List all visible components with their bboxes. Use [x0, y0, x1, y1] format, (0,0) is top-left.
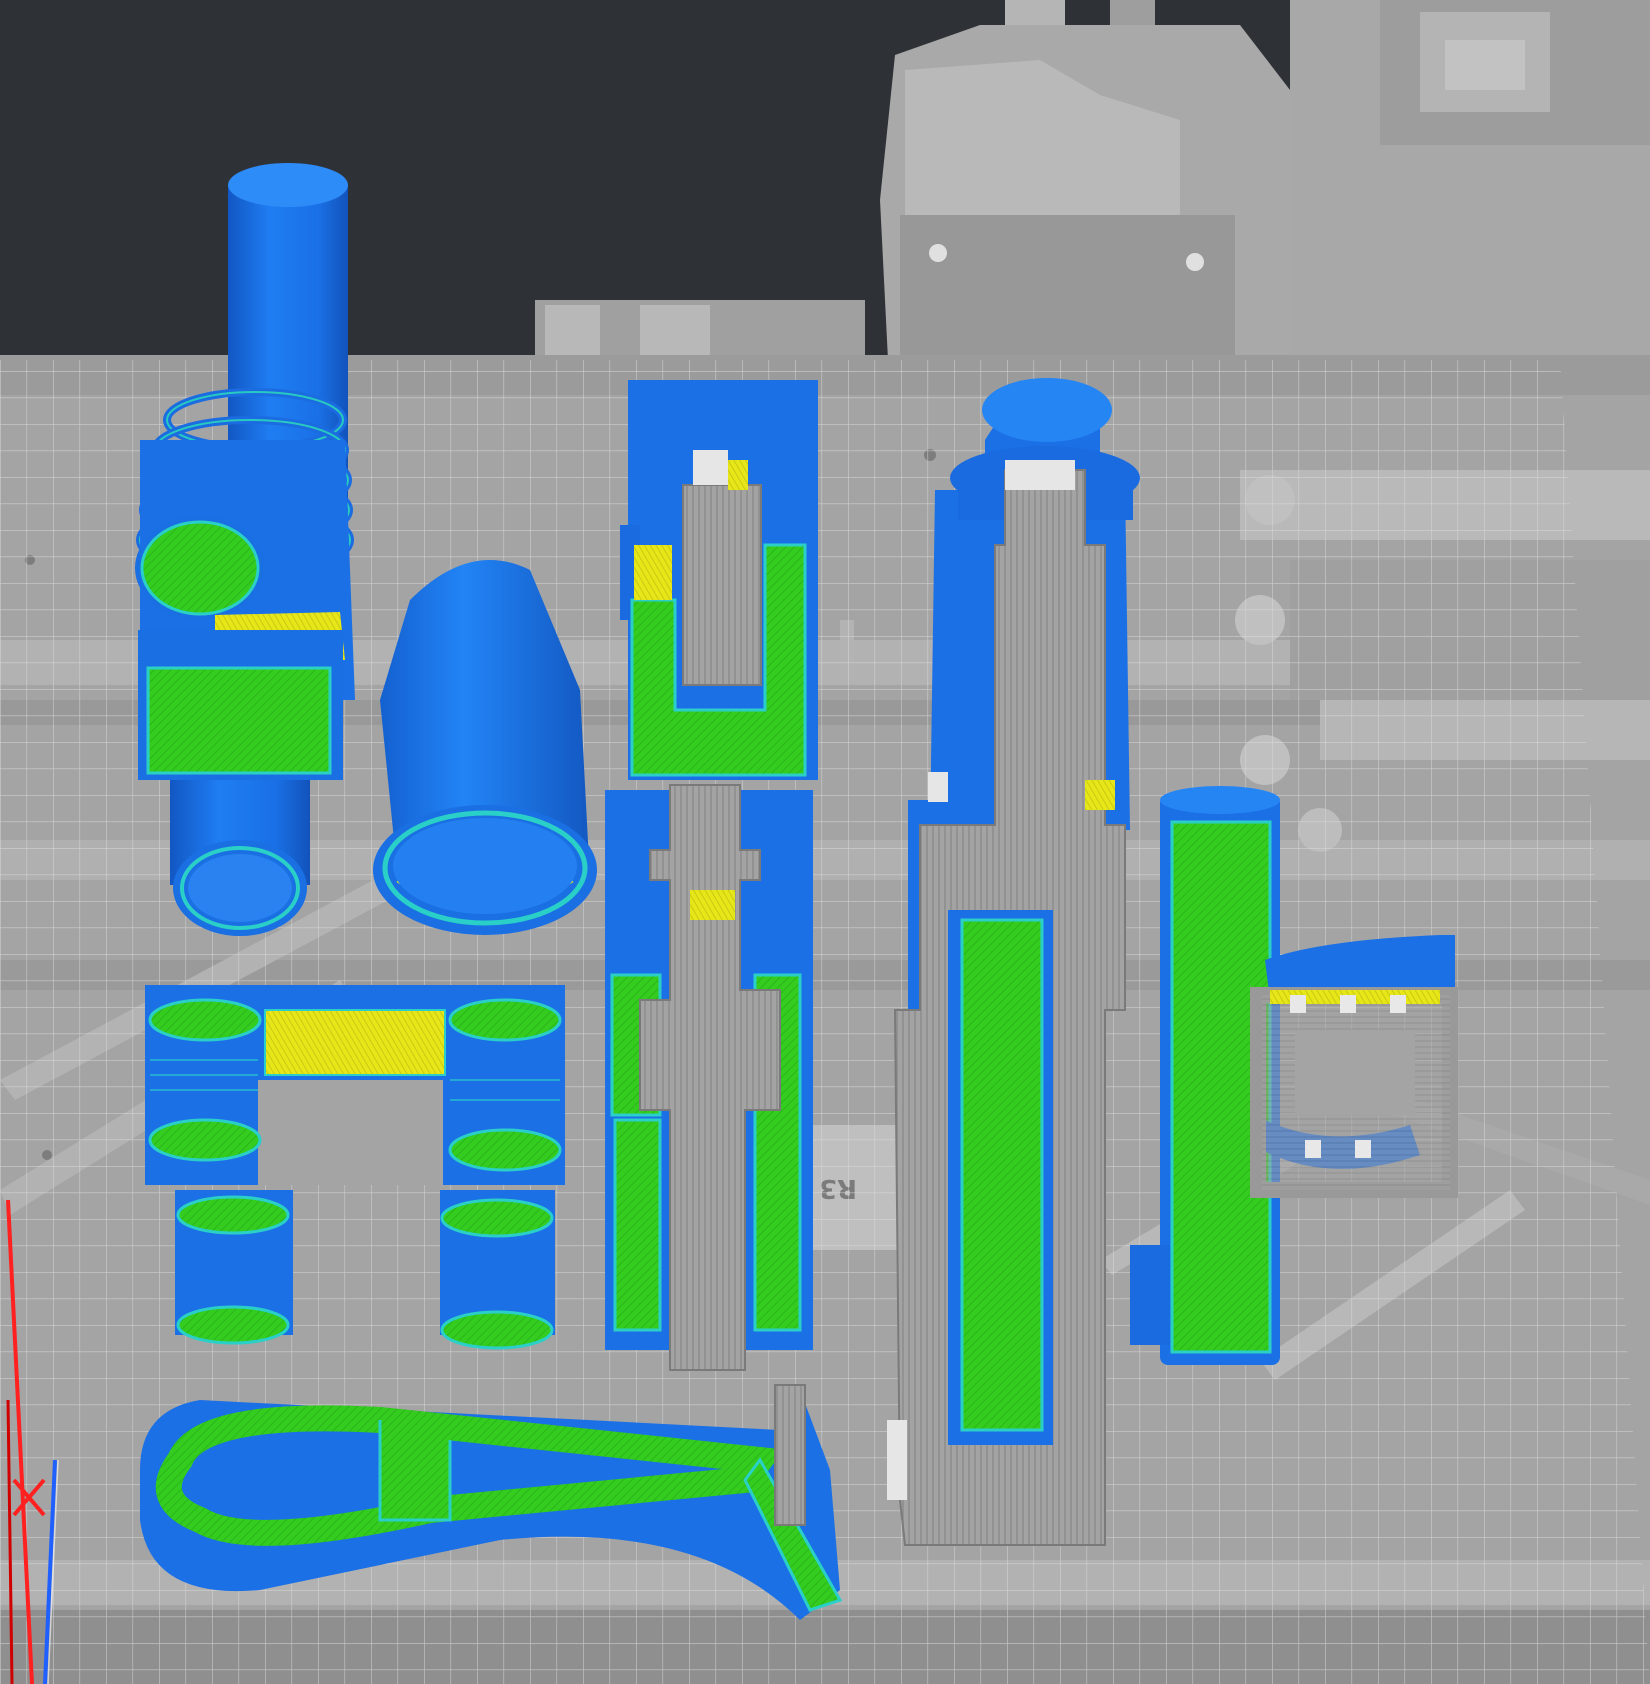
part-lower-bracket[interactable]: [605, 784, 813, 1371]
part-small-frame[interactable]: [1250, 935, 1458, 1198]
plater-scene[interactable]: R3: [0, 0, 1650, 1684]
3d-viewport[interactable]: R3: [0, 0, 1650, 1684]
part-slotted-bracket[interactable]: [620, 380, 818, 780]
